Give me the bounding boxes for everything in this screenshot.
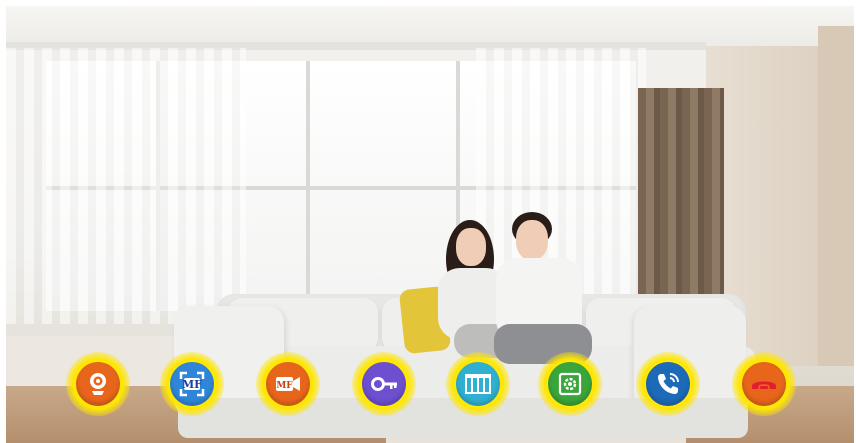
mf-video-label: MF xyxy=(276,381,293,391)
right-wall-edge xyxy=(818,26,854,366)
ceiling xyxy=(6,6,854,46)
mf-capture-icon: MF xyxy=(170,362,214,406)
unlock-button[interactable] xyxy=(352,352,416,416)
mf-video-button[interactable]: MF xyxy=(256,352,320,416)
woman-face xyxy=(456,228,486,266)
sheer-curtain-left xyxy=(6,48,246,328)
mf-capture-label: MF xyxy=(182,378,202,391)
dark-curtain xyxy=(638,88,724,308)
key-icon xyxy=(362,362,406,406)
webcam-icon xyxy=(76,362,120,406)
mf-video-icon: MF xyxy=(266,362,310,406)
phone-answer-icon xyxy=(646,362,690,406)
gate-icon xyxy=(456,362,500,406)
window-mullion xyxy=(306,61,310,311)
monitor-button[interactable] xyxy=(66,352,130,416)
settings-button[interactable] xyxy=(538,352,602,416)
mf-capture-button[interactable]: MF xyxy=(160,352,224,416)
settings-icon xyxy=(548,362,592,406)
window-sill xyxy=(6,324,186,336)
answer-call-button[interactable] xyxy=(636,352,700,416)
gate-button[interactable] xyxy=(446,352,510,416)
intercom-screen-frame: MF MF xyxy=(0,0,856,443)
hangup-button[interactable] xyxy=(732,352,796,416)
phone-hangup-icon xyxy=(742,362,786,406)
man-face xyxy=(516,220,548,260)
icon-toolbar: MF MF xyxy=(0,352,856,416)
